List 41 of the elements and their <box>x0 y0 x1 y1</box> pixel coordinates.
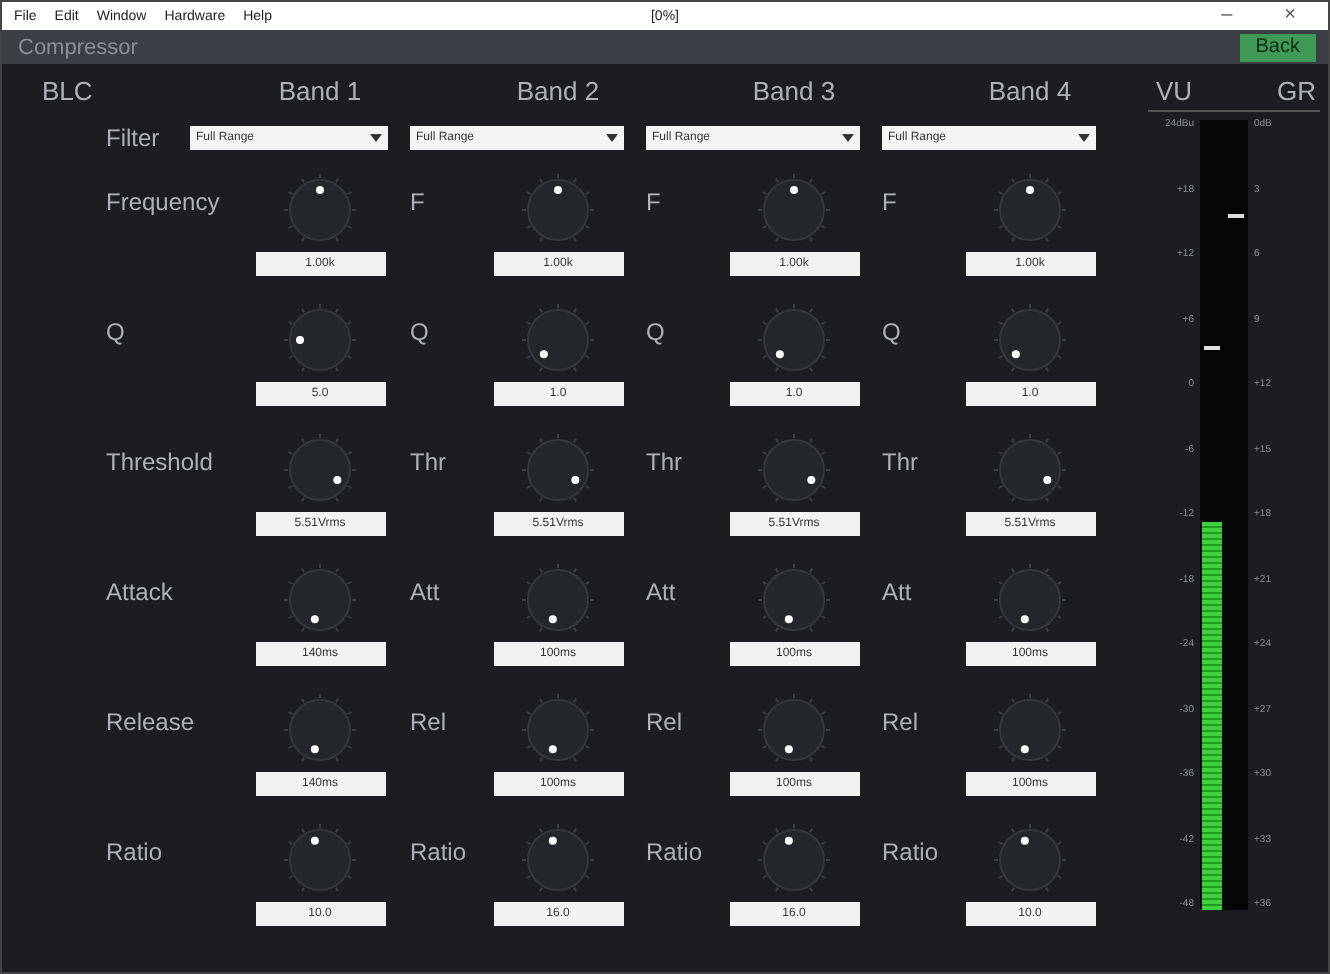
parameter-label: Att <box>408 576 442 606</box>
caret-icon <box>1078 134 1090 142</box>
panel-title: Compressor <box>18 35 138 59</box>
caret-icon <box>842 134 854 142</box>
meter-label: GR <box>1277 76 1316 106</box>
parameter-label: Release <box>104 706 197 736</box>
parameter-label: Rel <box>880 706 921 736</box>
minimize-button[interactable]: – <box>1221 6 1233 26</box>
caret-icon <box>606 134 618 142</box>
section-label: BLC <box>40 74 95 110</box>
parameter-label: Ratio <box>880 836 941 866</box>
back-button[interactable]: Back <box>1239 33 1316 61</box>
band-header: Band 3 <box>750 74 838 110</box>
parameter-label: Ratio <box>408 836 469 866</box>
meter-label: VU <box>1156 76 1193 106</box>
parameter-label: Q <box>644 316 667 346</box>
filter-label: Filter <box>106 124 162 152</box>
parameter-label: Q <box>104 316 127 346</box>
parameter-label: Thr <box>644 446 684 476</box>
parameter-label: Att <box>644 576 678 606</box>
parameter-label: Attack <box>104 576 175 606</box>
parameter-label: F <box>644 186 663 216</box>
parameter-label: Threshold <box>104 446 215 476</box>
peak-marker <box>1228 214 1244 219</box>
band-header: Band 2 <box>514 74 602 110</box>
parameter-label: Rel <box>644 706 685 736</box>
parameter-label: Thr <box>880 446 920 476</box>
parameter-label: Q <box>408 316 431 346</box>
band-header: Band 4 <box>986 74 1074 110</box>
parameter-label: Rel <box>408 706 449 736</box>
parameter-label: Ratio <box>644 836 705 866</box>
parameter-label: F <box>408 186 427 216</box>
parameter-label: Ratio <box>104 836 165 866</box>
parameter-label: F <box>880 186 899 216</box>
parameter-label: Q <box>880 316 903 346</box>
parameter-label: Frequency <box>104 186 222 216</box>
band-header: Band 1 <box>276 74 364 110</box>
caret-icon <box>370 134 382 142</box>
parameter-label: Att <box>880 576 914 606</box>
parameter-label: Thr <box>408 446 448 476</box>
close-button[interactable]: × <box>1284 6 1296 26</box>
